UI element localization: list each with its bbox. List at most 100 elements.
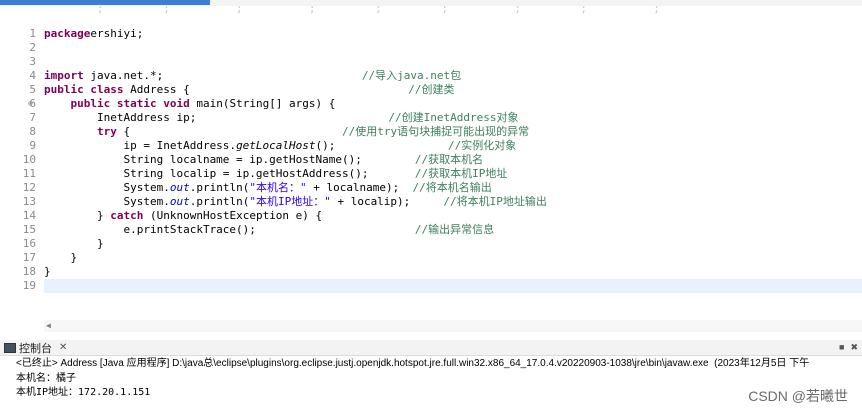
code-token: (UnknownHostException e) { xyxy=(143,209,323,222)
code-token: System. xyxy=(44,195,170,208)
code-token: public static void xyxy=(70,97,190,110)
current-line-highlight xyxy=(44,279,862,293)
line-number: 3 xyxy=(29,55,36,68)
tab-console-label: 控制台 xyxy=(19,342,52,355)
line-number-gutter: 1 2 3 4 5 6 ⊖ 7 8 9 10 11 12 13 14 15 16 17 18 19 xyxy=(0,22,42,322)
code-line: System.out.println("本机IP地址：" + localip);… xyxy=(44,195,547,209)
code-token: getLocalHost xyxy=(236,139,316,152)
code-line: ip = InetAddress.getLocalHost(); //实例化对象 xyxy=(44,139,516,153)
code-token: + localip); xyxy=(330,195,444,208)
code-token: catch xyxy=(110,209,144,222)
code-token: //实例化对象 xyxy=(448,139,517,152)
code-token: //获取本机名 xyxy=(414,153,484,166)
line-number: 12 xyxy=(22,181,36,194)
code-line: packageershiyi; xyxy=(44,27,143,41)
code-line: System.out.println("本机名：" + localname); … xyxy=(44,181,491,195)
code-token: //创建类 xyxy=(408,83,455,96)
line-number: 7 xyxy=(29,111,36,124)
code-line: String localname = ip.getHostName(); //获… xyxy=(44,153,483,167)
console-output-line: 本机IP地址：172.20.1.151 xyxy=(16,387,151,398)
code-token: String localname = ip.getHostName(); xyxy=(44,153,415,166)
line-number: 11 xyxy=(22,167,36,180)
code-line: import java.net.*; //导入java.net包 xyxy=(44,69,461,83)
code-token: //使用try语句块捕捉可能出现的异常 xyxy=(342,125,530,138)
console-tab-bar: 控制台 ✕ ■ ✖ xyxy=(0,340,862,356)
code-token: InetAddress xyxy=(44,111,177,124)
code-token: + localname); xyxy=(306,181,413,194)
code-token: "本机名：" xyxy=(249,181,307,194)
code-token: //创建InetAddress对象 xyxy=(388,111,519,124)
terminate-icon[interactable]: ■ xyxy=(839,340,844,355)
code-line: } xyxy=(44,265,51,279)
code-token: public class xyxy=(44,83,124,96)
line-number: 1 xyxy=(29,27,36,40)
code-token: } xyxy=(44,237,104,250)
code-token: ip = InetAddress. xyxy=(44,139,237,152)
code-token: main(String[] args) { xyxy=(189,97,336,110)
code-token: java.net.*; xyxy=(83,69,362,82)
code-token: System. xyxy=(44,181,170,194)
console-output-line: 本机名：橘子 xyxy=(16,373,76,384)
code-line: e.printStackTrace(); //输出异常信息 xyxy=(44,223,494,237)
code-line: } xyxy=(44,251,77,265)
scroll-left-icon[interactable]: ◀ xyxy=(46,320,51,332)
code-token: } xyxy=(44,209,111,222)
watermark: CSDN @若曦世 xyxy=(748,388,848,404)
line-number: 4 xyxy=(29,69,36,82)
code-token: (); xyxy=(315,139,448,152)
code-line: String localip = ip.getHostAddress(); //… xyxy=(44,167,507,181)
code-editor[interactable]: 1 2 3 4 5 6 ⊖ 7 8 9 10 11 12 13 14 15 16 17 18 19 packageer… xyxy=(0,22,862,340)
line-number: 14 xyxy=(22,209,36,222)
code-token: //输出异常信息 xyxy=(414,223,495,236)
fold-toggle-icon[interactable]: ⊖ xyxy=(28,97,36,111)
code-line: try { //使用try语句块捕捉可能出现的异常 xyxy=(44,125,529,139)
code-token: e.printStackTrace(); xyxy=(44,223,415,236)
code-token: package xyxy=(44,27,91,40)
code-token: ip; xyxy=(176,111,389,124)
line-number: 19 xyxy=(22,279,36,292)
code-token: String localip = ip.getHostAddress(); xyxy=(44,167,415,180)
line-number: 17 xyxy=(22,251,36,264)
terminated-status-line: <已终止> Address [Java 应用程序] D:\java总\eclip… xyxy=(16,358,810,369)
code-line: } catch (UnknownHostException e) { xyxy=(44,209,322,223)
code-line: public class Address { //创建类 xyxy=(44,83,455,97)
code-token: //导入java.net包 xyxy=(361,69,462,82)
line-number: 10 xyxy=(22,153,36,166)
code-line: public static void main(String[] args) { xyxy=(44,97,336,111)
remove-launch-icon[interactable]: ✖ xyxy=(850,340,858,355)
line-number: 9 xyxy=(29,139,36,152)
code-token: .println( xyxy=(189,181,250,194)
close-icon[interactable]: ✕ xyxy=(59,342,67,353)
line-number: 13 xyxy=(22,195,36,208)
tab-console[interactable]: 控制台 ✕ xyxy=(4,340,67,355)
console-toolbar: ■ ✖ xyxy=(839,340,858,355)
code-token: try xyxy=(96,125,117,138)
console-output[interactable]: <已终止> Address [Java 应用程序] D:\java总\eclip… xyxy=(0,356,862,413)
code-line: } xyxy=(44,237,104,251)
line-number: 8 xyxy=(29,125,36,138)
code-token: "本机IP地址：" xyxy=(249,195,331,208)
line-number: 16 xyxy=(22,237,36,250)
line-number: 18 xyxy=(22,265,36,278)
code-token: } xyxy=(44,265,51,278)
code-token: out xyxy=(169,195,190,208)
active-editor-tab-indicator[interactable] xyxy=(0,0,210,5)
code-token: import xyxy=(44,69,84,82)
cut-off-code-line: ; ; ; ; ; ; ; ; ; xyxy=(44,6,660,15)
code-token: //获取本机IP地址 xyxy=(414,167,508,180)
code-token: .println( xyxy=(189,195,250,208)
line-number: 5 xyxy=(29,83,36,96)
code-line: InetAddress ip; //创建InetAddress对象 xyxy=(44,111,519,125)
code-token: { xyxy=(116,125,343,138)
line-number: 15 xyxy=(22,223,36,236)
line-number: 2 xyxy=(29,41,36,54)
code-token: Address { xyxy=(123,83,409,96)
console-icon xyxy=(4,342,16,353)
code-token: ershiyi; xyxy=(90,27,144,40)
code-token: } xyxy=(44,251,78,264)
code-token: //将本机IP地址输出 xyxy=(443,195,547,208)
code-token: out xyxy=(169,181,190,194)
horizontal-scrollbar[interactable]: ◀ xyxy=(44,320,862,332)
